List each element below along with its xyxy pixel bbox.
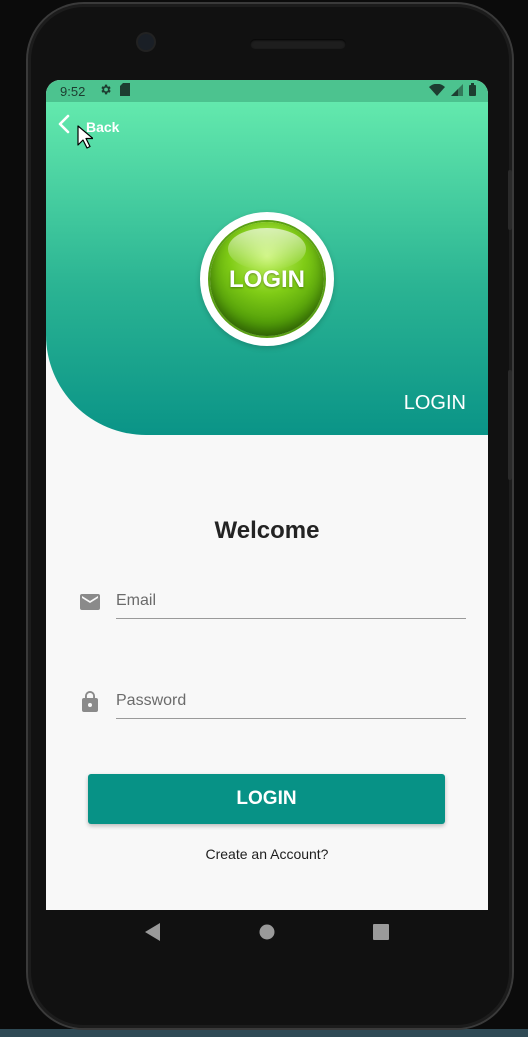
mouse-cursor-icon xyxy=(77,125,94,154)
chevron-left-icon xyxy=(58,114,70,139)
status-icons xyxy=(429,83,476,99)
status-bar: 9:52 xyxy=(46,80,488,102)
wifi-icon xyxy=(429,83,445,99)
password-field xyxy=(78,682,466,722)
front-camera xyxy=(138,34,154,50)
login-button[interactable]: LOGIN xyxy=(88,774,445,824)
volume-button xyxy=(508,370,512,480)
email-input[interactable] xyxy=(116,584,466,619)
lock-icon xyxy=(78,690,102,714)
emulator-stage: 9:52 Back LOGIN LOGIN Welcome Email LOGI… xyxy=(0,0,528,1037)
app-screen: 9:52 Back LOGIN LOGIN Welcome Email LOGI… xyxy=(46,80,488,910)
mail-icon xyxy=(78,590,102,614)
signal-icon xyxy=(451,83,463,99)
create-account-link[interactable]: Create an Account? xyxy=(46,846,488,862)
password-input[interactable] xyxy=(116,684,466,719)
login-logo: LOGIN xyxy=(200,212,334,346)
nav-recents-icon xyxy=(373,923,389,945)
sim-card-icon xyxy=(120,83,131,99)
host-window-strip xyxy=(0,1029,528,1037)
nav-recents-button[interactable] xyxy=(361,914,401,954)
header-title: LOGIN xyxy=(403,392,466,414)
settings-icon xyxy=(99,83,112,99)
logo-orb: LOGIN xyxy=(210,222,324,336)
logo-text: LOGIN xyxy=(229,266,305,293)
welcome-heading: Welcome xyxy=(214,517,320,544)
nav-back-button[interactable] xyxy=(133,914,173,954)
nav-back-icon xyxy=(145,922,161,946)
email-field xyxy=(78,582,466,622)
logo-shine xyxy=(228,228,306,270)
earpiece-speaker xyxy=(250,39,346,49)
power-button xyxy=(508,170,512,230)
system-nav-bar xyxy=(46,910,488,958)
header-banner: Back LOGIN LOGIN xyxy=(46,102,488,435)
battery-icon xyxy=(469,83,476,99)
nav-home-icon xyxy=(259,924,275,945)
status-time: 9:52 xyxy=(60,83,86,99)
nav-home-button[interactable] xyxy=(247,914,287,954)
